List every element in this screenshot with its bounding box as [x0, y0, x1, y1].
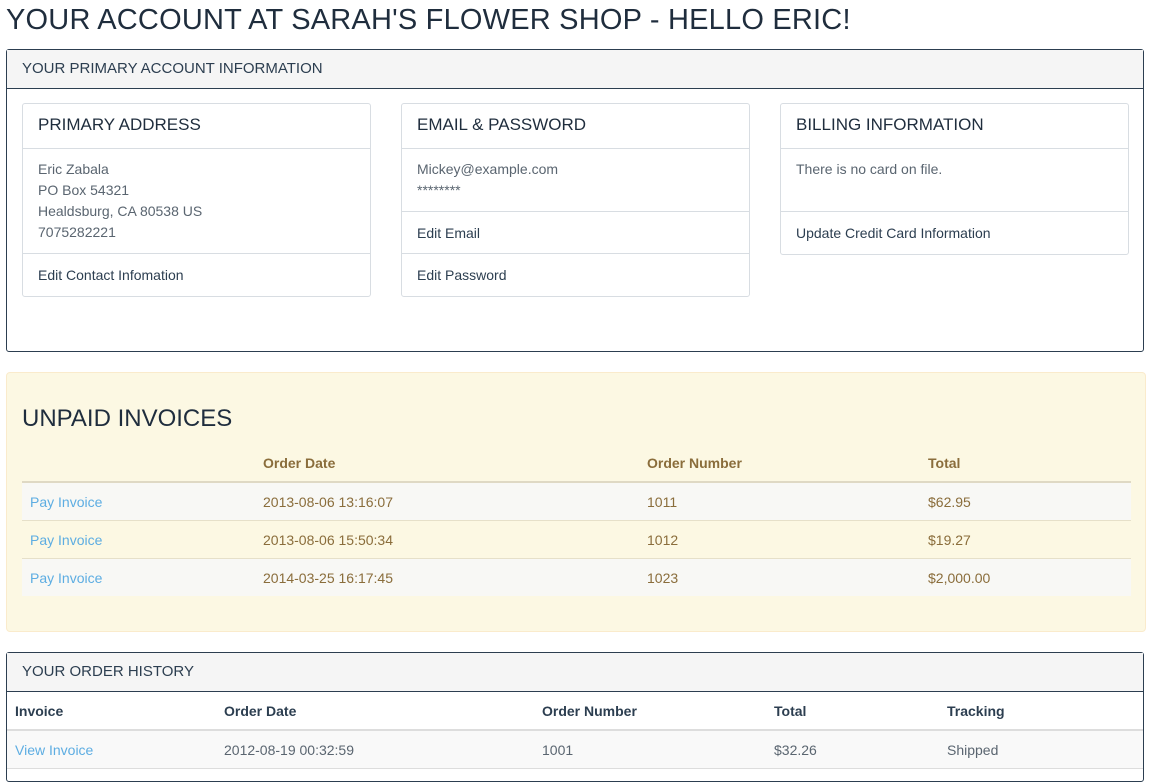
view-invoice-link[interactable]: View Invoice: [15, 742, 93, 758]
column-header-action: [22, 445, 255, 483]
edit-password-link[interactable]: Edit Password: [402, 254, 749, 296]
column-header-total: Total: [920, 445, 1131, 483]
column-header-order-date: Order Date: [255, 445, 639, 483]
address-phone: 7075282221: [38, 224, 116, 240]
tracking-cell: Shipped: [939, 730, 1143, 769]
action-cell: Pay Invoice: [22, 558, 255, 596]
order-history-heading: YOUR ORDER HISTORY: [7, 653, 1143, 692]
order-number-cell: 1012: [639, 520, 920, 559]
address-street: PO Box 54321: [38, 182, 130, 198]
page-title: YOUR ACCOUNT AT SARAH'S FLOWER SHOP - HE…: [6, 4, 851, 36]
column-header-invoice: Invoice: [7, 692, 216, 731]
primary-address-card: PRIMARY ADDRESS Eric Zabala PO Box 54321…: [22, 103, 371, 297]
order-number-cell: 1001: [534, 730, 766, 769]
edit-email-link[interactable]: Edit Email: [402, 212, 749, 254]
pay-invoice-link[interactable]: Pay Invoice: [30, 532, 102, 548]
table-header-row: Order Date Order Number Total: [22, 445, 1131, 483]
billing-info-body: There is no card on file.: [781, 149, 1128, 212]
column-header-order-date: Order Date: [216, 692, 534, 731]
order-number-cell: 1011: [639, 481, 920, 521]
address-name: Eric Zabala: [38, 161, 109, 177]
column-header-tracking: Tracking: [939, 692, 1143, 731]
pay-invoice-link[interactable]: Pay Invoice: [30, 494, 102, 510]
total-cell: $2,000.00: [920, 558, 1131, 596]
email-password-body: Mickey@example.com ********: [402, 149, 749, 212]
action-cell: Pay Invoice: [22, 520, 255, 559]
column-header-order-number: Order Number: [534, 692, 766, 731]
address-city: Healdsburg, CA 80538 US: [38, 203, 203, 219]
total-cell: $19.27: [920, 520, 1131, 559]
order-history-table: Invoice Order Date Order Number Total Tr…: [7, 692, 1143, 769]
order-date-cell: 2014-03-25 16:17:45: [255, 558, 639, 596]
primary-address-body: Eric Zabala PO Box 54321 Healdsburg, CA …: [23, 149, 370, 254]
column-header-order-number: Order Number: [639, 445, 920, 483]
billing-info-card: BILLING INFORMATION There is no card on …: [780, 103, 1129, 255]
pay-invoice-link[interactable]: Pay Invoice: [30, 570, 102, 586]
table-header-row: Invoice Order Date Order Number Total Tr…: [7, 692, 1143, 731]
update-credit-card-link[interactable]: Update Credit Card Information: [781, 212, 1128, 254]
email-password-title: EMAIL & PASSWORD: [402, 104, 749, 149]
action-cell: Pay Invoice: [22, 481, 255, 521]
total-cell: $62.95: [920, 481, 1131, 521]
email-password-card: EMAIL & PASSWORD Mickey@example.com ****…: [401, 103, 750, 297]
column-header-total: Total: [766, 692, 939, 731]
unpaid-invoices-table: Order Date Order Number Total Pay Invoic…: [22, 445, 1131, 596]
account-info-panel: YOUR PRIMARY ACCOUNT INFORMATION PRIMARY…: [6, 49, 1144, 352]
table-row: Pay Invoice 2013-08-06 13:16:07 1011 $62…: [22, 481, 1131, 521]
table-row: Pay Invoice 2014-03-25 16:17:45 1023 $2,…: [22, 558, 1131, 596]
invoice-cell: View Invoice: [7, 730, 216, 769]
email-value: Mickey@example.com: [417, 161, 559, 177]
order-date-cell: 2013-08-06 13:16:07: [255, 481, 639, 521]
table-row: View Invoice 2012-08-19 00:32:59 1001 $3…: [7, 730, 1143, 769]
table-row: Pay Invoice 2013-08-06 15:50:34 1012 $19…: [22, 520, 1131, 559]
total-cell: $32.26: [766, 730, 939, 769]
order-date-cell: 2013-08-06 15:50:34: [255, 520, 639, 559]
billing-status: There is no card on file.: [796, 161, 943, 177]
unpaid-invoices-title: UNPAID INVOICES: [22, 405, 233, 432]
order-number-cell: 1023: [639, 558, 920, 596]
order-date-cell: 2012-08-19 00:32:59: [216, 730, 534, 769]
primary-address-title: PRIMARY ADDRESS: [23, 104, 370, 149]
order-history-panel: YOUR ORDER HISTORY Invoice Order Date Or…: [6, 652, 1144, 782]
unpaid-invoices-section: UNPAID INVOICES Order Date Order Number …: [6, 372, 1146, 632]
account-info-heading: YOUR PRIMARY ACCOUNT INFORMATION: [7, 50, 1143, 89]
edit-contact-link[interactable]: Edit Contact Infomation: [23, 254, 370, 296]
password-mask: ********: [417, 182, 461, 198]
billing-info-title: BILLING INFORMATION: [781, 104, 1128, 149]
